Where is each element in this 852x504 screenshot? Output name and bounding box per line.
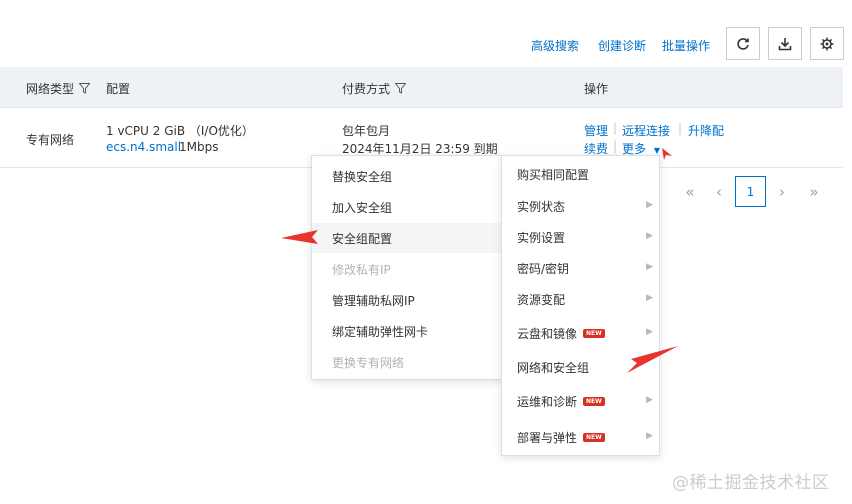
watermark: @稀土掘金技术社区 xyxy=(672,473,830,493)
arrow-to-network-security xyxy=(627,346,678,373)
annotation-arrows xyxy=(281,148,678,373)
arrow-to-security-group-config xyxy=(281,230,318,244)
arrow-to-more-dropdown xyxy=(662,148,672,160)
